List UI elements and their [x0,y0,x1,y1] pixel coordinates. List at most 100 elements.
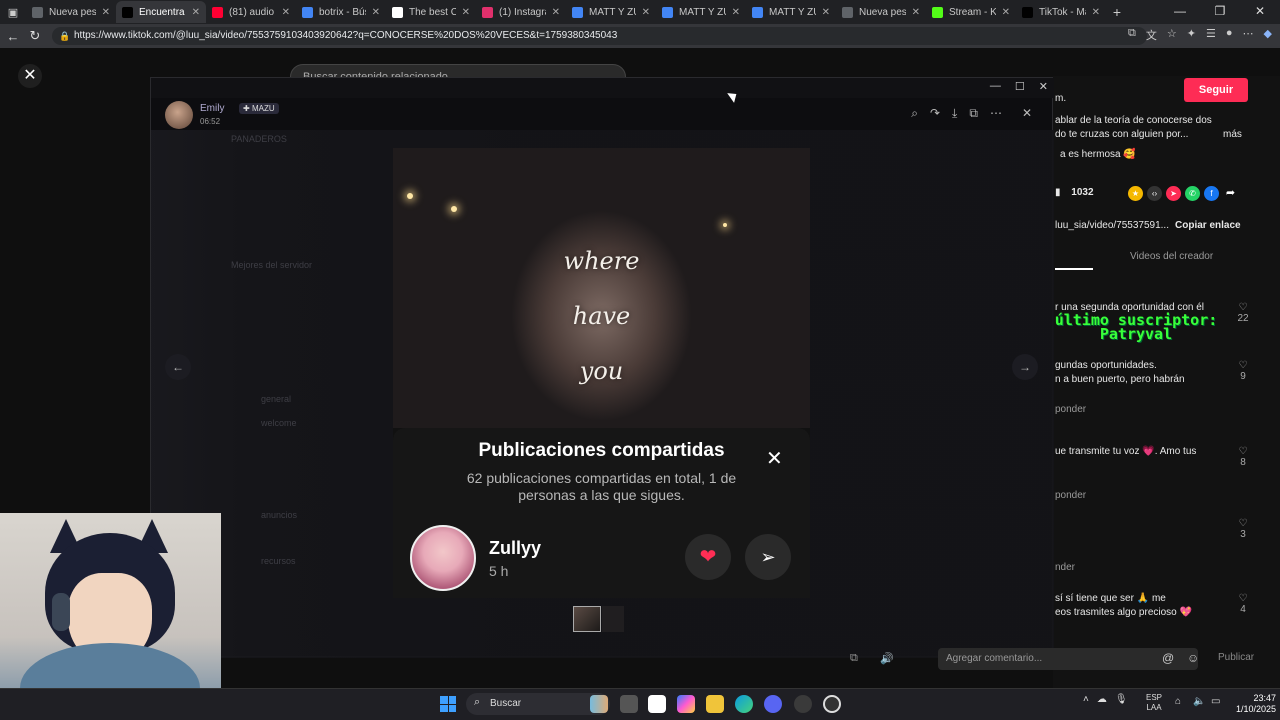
battery-icon[interactable]: ▭ [1211,696,1220,707]
browser-tab[interactable]: botrix - Búsqu ✕ [296,1,386,23]
favorites-icon[interactable]: ☰ [1206,27,1216,43]
extensions-icon[interactable]: ✦ [1187,27,1196,43]
send-button[interactable]: ➢ [745,534,791,580]
browser-tab[interactable]: (81) audio FU ✕ [206,1,296,23]
media-player-icon[interactable] [823,695,841,713]
file-explorer-icon[interactable] [706,695,724,713]
copilot-icon[interactable]: ◆ [1264,27,1272,43]
browser-tab[interactable]: Stream - Kick ✕ [926,1,1016,23]
more-menu-icon[interactable]: ⋯ [1243,27,1254,43]
site-info-icon[interactable]: 🔒 [59,27,70,45]
close-tab-icon[interactable]: ✕ [552,7,560,18]
share-arrow-icon[interactable]: ➦ [1223,186,1238,201]
next-arrow-icon[interactable]: → [1012,354,1038,380]
post-username[interactable]: Zullyy [489,538,541,559]
volume-tray-icon[interactable]: 🔈 [1193,696,1205,707]
thumbnail[interactable] [602,606,624,632]
restore-button[interactable]: ❐ [1200,0,1240,24]
app-icon[interactable] [794,695,812,713]
close-tab-icon[interactable]: ✕ [642,7,650,18]
follow-button[interactable]: Seguir [1184,78,1248,102]
microphone-icon[interactable]: 🎙 [1115,694,1128,705]
edge-icon[interactable] [735,695,753,713]
network-icon[interactable]: ⌂ [1175,696,1181,707]
facebook-icon[interactable]: f [1204,186,1219,201]
install-icon[interactable]: ⧉ [1128,27,1136,43]
coin-icon[interactable]: ★ [1128,186,1143,201]
viewer-close-window-button[interactable]: ✕ [1039,80,1048,93]
copy-link-button[interactable]: Copiar enlace [1175,220,1241,231]
minimize-button[interactable]: — [1160,0,1200,24]
description-more-link[interactable]: más [1223,129,1242,140]
taskbar-search[interactable]: ⌕ Buscar [466,693,610,715]
comment-input[interactable]: Agregar comentario... [938,648,1198,670]
taskbar-clock[interactable]: 23:47 1/10/2025 [1236,693,1276,715]
close-tab-icon[interactable]: ✕ [462,7,470,18]
reply-link[interactable]: nder [1055,562,1075,573]
close-viewer-icon[interactable]: ✕ [1022,106,1032,121]
widget-icon[interactable] [590,695,608,713]
viewer-username[interactable]: Emily [200,103,224,114]
copy-icon[interactable]: ⧉ [850,652,858,665]
window-menu-icon[interactable]: ▣ [0,6,26,19]
zoom-icon[interactable]: ⌕ [911,106,918,121]
previous-arrow-icon[interactable]: ← [165,354,191,380]
more-options-icon[interactable]: ⋯ [990,106,1002,121]
emoji-icon[interactable]: ☺ [1187,651,1199,665]
close-icon[interactable]: ✕ [766,446,783,471]
task-view-icon[interactable] [620,695,638,713]
reply-link[interactable]: ponder [1055,490,1086,501]
close-tab-icon[interactable]: ✕ [282,7,290,18]
browser-tab[interactable]: TikTok - Make ✕ [1016,1,1106,23]
avatar[interactable] [165,101,193,129]
close-tab-icon[interactable]: ✕ [912,7,920,18]
discord-icon[interactable] [764,695,782,713]
browser-tab[interactable]: Encuentra 'CO ✕ [116,1,206,23]
bookmark-star-icon[interactable]: ☆ [1167,27,1177,43]
reply-link[interactable]: ponder [1055,404,1086,415]
tab-creator-videos[interactable]: Videos del creador [1130,251,1213,262]
open-external-icon[interactable]: ⧉ [969,106,978,121]
close-tab-icon[interactable]: ✕ [822,7,830,18]
browser-tab[interactable]: MATT Y ZULLY ✕ [566,1,656,23]
profile-avatar[interactable]: ● [1226,27,1233,43]
publish-button[interactable]: Publicar [1218,652,1254,663]
browser-tab[interactable]: The best Chat ✕ [386,1,476,23]
language-indicator[interactable]: ESP LAA [1146,693,1162,713]
avatar[interactable] [410,525,476,591]
back-icon[interactable]: ← [2,29,24,44]
onedrive-icon[interactable]: ☁ [1097,694,1107,705]
translate-icon[interactable]: 文 [1146,27,1157,43]
viewer-maximize-button[interactable]: ☐ [1015,80,1025,93]
browser-tab[interactable]: MATT Y ZULLY ✕ [746,1,836,23]
thumbnail-selected[interactable] [573,606,601,632]
browser-tab[interactable]: Nueva pestaña ✕ [26,1,116,23]
close-tab-icon[interactable]: ✕ [102,7,110,18]
browser-tab[interactable]: (1) Instagram ✕ [476,1,566,23]
volume-icon[interactable]: 🔊 [880,652,894,665]
url-field[interactable]: 🔒 https://www.tiktok.com/@luu_sia/video/… [52,27,1147,45]
reload-icon[interactable]: ↻ [24,28,46,44]
store-icon[interactable] [648,695,666,713]
viewer-minimize-button[interactable]: — [990,80,1001,93]
browser-tab[interactable]: Nueva pestaña ✕ [836,1,926,23]
close-tab-icon[interactable]: ✕ [1002,7,1010,18]
browser-tab[interactable]: MATT Y ZULLY ✕ [656,1,746,23]
embed-icon[interactable]: ‹› [1147,186,1162,201]
close-tab-icon[interactable]: ✕ [732,7,740,18]
like-button[interactable]: ❤ [685,534,731,580]
close-tab-icon[interactable]: ✕ [192,7,200,18]
chevron-up-icon[interactable]: ˄ [1083,694,1089,705]
close-tab-icon[interactable]: ✕ [1092,7,1100,18]
close-tab-icon[interactable]: ✕ [372,7,380,18]
comment-like[interactable]: ♡ 9 [1236,360,1250,382]
whatsapp-icon[interactable]: ✆ [1185,186,1200,201]
copilot-app-icon[interactable] [677,695,695,713]
new-tab-button[interactable]: + [1106,4,1128,20]
start-button[interactable] [440,696,456,712]
comment-like[interactable]: ♡ 4 [1236,593,1250,615]
comment-like[interactable]: ♡ 3 [1236,518,1250,540]
download-icon[interactable]: ⤓ [952,106,957,121]
forward-icon[interactable]: ↷ [930,106,940,121]
comment-like[interactable]: ♡ 8 [1236,446,1250,468]
